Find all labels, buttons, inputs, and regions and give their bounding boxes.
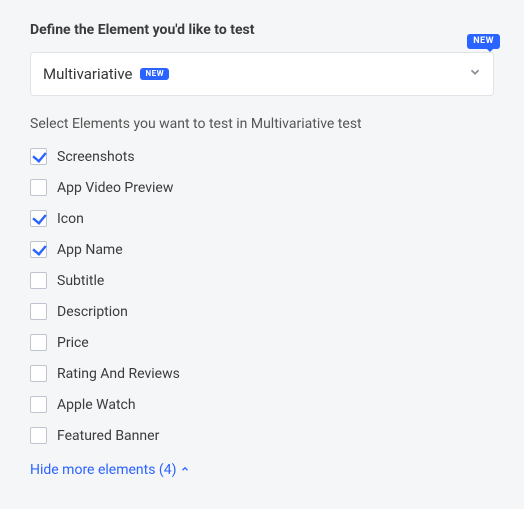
checkbox-row[interactable]: Description	[30, 303, 494, 320]
checkbox[interactable]	[30, 210, 47, 227]
checkbox[interactable]	[30, 241, 47, 258]
checkbox-row[interactable]: Featured Banner	[30, 427, 494, 444]
select-wrapper: NEW Multivariative NEW	[30, 52, 494, 96]
select-value: Multivariative	[43, 65, 132, 83]
checkbox-label: Price	[57, 335, 89, 351]
checkbox-row[interactable]: Rating And Reviews	[30, 365, 494, 382]
checkbox-row[interactable]: Price	[30, 334, 494, 351]
chevron-down-icon	[468, 65, 482, 83]
checkbox[interactable]	[30, 272, 47, 289]
checkbox-label: App Name	[57, 242, 123, 258]
checkbox-label: Featured Banner	[57, 428, 159, 444]
section-title: Define the Element you'd like to test	[30, 22, 494, 38]
checkbox[interactable]	[30, 396, 47, 413]
new-badge: NEW	[140, 68, 169, 80]
checkbox-label: App Video Preview	[57, 180, 173, 196]
checkbox[interactable]	[30, 427, 47, 444]
checkbox-label: Description	[57, 304, 128, 320]
checkbox[interactable]	[30, 365, 47, 382]
checkbox-label: Rating And Reviews	[57, 366, 180, 382]
checkbox-label: Apple Watch	[57, 397, 136, 413]
toggle-link-label: Hide more elements (4)	[30, 462, 176, 478]
checkbox-row[interactable]: Apple Watch	[30, 396, 494, 413]
hide-more-elements-link[interactable]: Hide more elements (4)	[30, 462, 190, 478]
checkbox-label: Subtitle	[57, 273, 104, 289]
checkbox-label: Screenshots	[57, 149, 135, 165]
checkbox[interactable]	[30, 148, 47, 165]
new-badge-floating: NEW	[467, 34, 500, 49]
chevron-up-icon	[180, 462, 190, 478]
subheading: Select Elements you want to test in Mult…	[30, 116, 494, 132]
checkbox-row[interactable]: App Name	[30, 241, 494, 258]
checkbox[interactable]	[30, 303, 47, 320]
checkbox-label: Icon	[57, 211, 84, 227]
checkbox-list: Screenshots App Video Preview Icon App Name…	[30, 148, 494, 444]
element-select[interactable]: Multivariative NEW	[30, 52, 494, 96]
checkbox-row[interactable]: Subtitle	[30, 272, 494, 289]
checkbox-row[interactable]: Screenshots	[30, 148, 494, 165]
checkbox-row[interactable]: Icon	[30, 210, 494, 227]
checkbox-row[interactable]: App Video Preview	[30, 179, 494, 196]
checkbox[interactable]	[30, 334, 47, 351]
checkbox[interactable]	[30, 179, 47, 196]
